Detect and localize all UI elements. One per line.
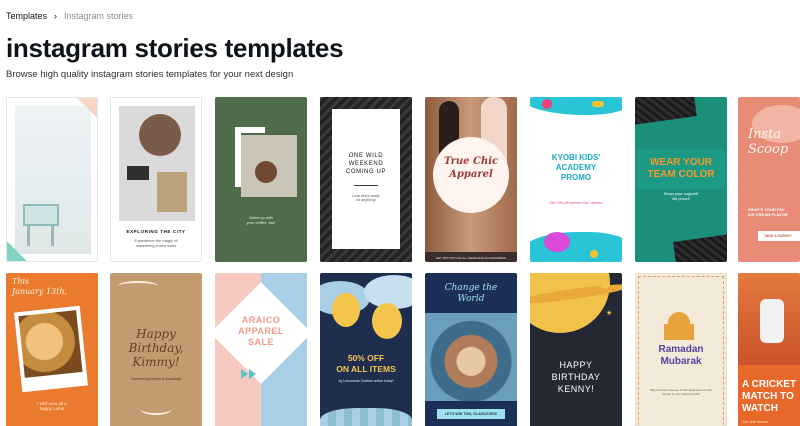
card-heading: KYOBI KIDS' ACADEMY PROMO bbox=[551, 153, 601, 182]
template-card-lohri[interactable]: This January 13th, I wish you all a happ… bbox=[6, 273, 98, 426]
card-body: I wish you all a happy Lohri! bbox=[37, 401, 67, 411]
card-button: LET'S WIN THIS, GLADIATORS! bbox=[444, 412, 498, 416]
card-body: Wake up with your coffee, too! bbox=[246, 215, 276, 225]
template-card-fifty-off[interactable]: 50% OFF ON ALL ITEMS by Lemonade Clothes… bbox=[320, 273, 412, 426]
card-heading: This January 13th, bbox=[12, 277, 68, 296]
card-heading: ONE WILD WEEKEND COMING UP bbox=[345, 153, 387, 175]
card-heading: A CRICKET MATCH TO WATCH bbox=[742, 379, 797, 414]
card-body: Show your support! Be proud! bbox=[663, 191, 699, 201]
page-subtitle: Browse high quality instagram stories te… bbox=[6, 69, 294, 80]
template-card-true-chic-apparel[interactable]: True Chic Apparel GET 30% OFF ON ALL ITE… bbox=[425, 97, 517, 262]
cricket-photo bbox=[738, 273, 800, 365]
breadcrumb: Templates › Instagram stories bbox=[6, 11, 133, 21]
template-card-birthday-kenny[interactable]: ★ ★ HAPPY BIRTHDAY KENNY! bbox=[530, 273, 622, 426]
card-body: by Lemonade Clothes online today! bbox=[338, 379, 394, 383]
beach-photo bbox=[15, 106, 91, 254]
card-heading: Ramadan Mubarak bbox=[658, 344, 704, 367]
card-body: Sincerest greetings & beautifully bbox=[131, 377, 181, 381]
breadcrumb-current: Instagram stories bbox=[64, 11, 134, 21]
card-heading: Insta Scoop bbox=[748, 127, 789, 157]
card-heading: True Chic Apparel bbox=[443, 156, 499, 180]
card-heading: EXPLORING THE CITY bbox=[126, 229, 186, 234]
card-body: May the holy essence of this auspicious … bbox=[649, 388, 713, 396]
card-body: Get 15% off summer kids' classes! bbox=[549, 201, 603, 205]
card-footer: GET 30% OFF ON ALL ITEMS AND ACCESSORIES bbox=[435, 256, 507, 260]
template-card-lifeguard-beach[interactable] bbox=[6, 97, 98, 262]
template-card-team-color[interactable]: WEAR YOUR TEAM COLOR Show your support! … bbox=[635, 97, 727, 262]
template-card-insta-scoop[interactable]: Insta Scoop WHAT'S YOUR FAV ICE CREAM FL… bbox=[738, 97, 800, 262]
template-card-wild-weekend[interactable]: ONE WILD WEEKEND COMING UP Look who's re… bbox=[320, 97, 412, 262]
card-body: WHAT'S YOUR FAV ICE CREAM FLAVOR bbox=[748, 207, 788, 217]
card-button: TAKE A SURVEY bbox=[764, 234, 792, 238]
template-card-birthday-kimmy[interactable]: Happy Birthday, Kimmy! Sincerest greetin… bbox=[110, 273, 202, 426]
hands-photo bbox=[425, 313, 517, 401]
card-heading: Happy Birthday, Kimmy! bbox=[128, 327, 184, 369]
card-heading: WEAR YOUR TEAM COLOR bbox=[647, 157, 715, 180]
flatlay-photo bbox=[119, 106, 195, 221]
template-card-kyobi-kids[interactable]: KYOBI KIDS' ACADEMY PROMO Get 15% off su… bbox=[530, 97, 622, 262]
template-card-change-world[interactable]: Change the World LET'S WIN THIS, GLADIAT… bbox=[425, 273, 517, 426]
chevron-right-icon: › bbox=[54, 10, 58, 21]
template-card-araico-sale[interactable]: ARAICO APPAREL SALE bbox=[215, 273, 307, 426]
template-card-ramadan[interactable]: Ramadan Mubarak May the holy essence of … bbox=[635, 273, 727, 426]
template-card-coffee[interactable]: Wake up with your coffee, too! bbox=[215, 97, 307, 262]
card-heading: HAPPY BIRTHDAY KENNY! bbox=[551, 360, 601, 394]
card-body: Experience the magic of wandering a new … bbox=[134, 238, 178, 248]
breadcrumb-templates-link[interactable]: Templates bbox=[6, 11, 47, 21]
card-heading: Change the World bbox=[444, 283, 498, 304]
coffee-photo bbox=[241, 135, 297, 197]
card-heading: 50% OFF ON ALL ITEMS bbox=[336, 353, 396, 374]
template-card-exploring-city[interactable]: EXPLORING THE CITY Experience the magic … bbox=[110, 97, 202, 262]
card-heading: ARAICO APPAREL SALE bbox=[238, 315, 284, 347]
template-card-cricket[interactable]: A CRICKET MATCH TO WATCH Join the teams bbox=[738, 273, 800, 426]
page-title: instagram stories templates bbox=[6, 33, 344, 63]
card-body: Join the teams bbox=[742, 419, 769, 424]
card-body: Look who's ready for anything! bbox=[352, 194, 380, 202]
